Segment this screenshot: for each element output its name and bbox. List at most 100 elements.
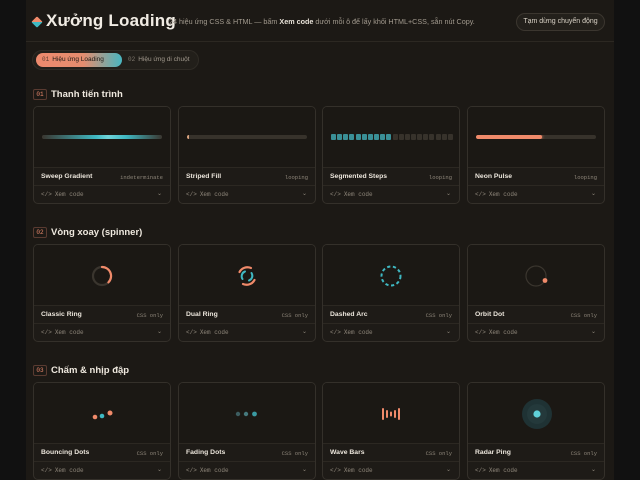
progress-segment	[417, 134, 423, 140]
card-meta: Sweep Gradient indeterminate	[34, 168, 170, 186]
view-code-toggle[interactable]: </> Xem code ⌄	[34, 324, 170, 341]
card-meta: Fading Dots CSS only	[179, 444, 315, 462]
card-name: Dual Ring	[186, 311, 218, 318]
sweep-gradient-fill	[42, 135, 162, 139]
view-code-toggle[interactable]: </> Xem code ⌄	[179, 324, 315, 341]
card-name: Bouncing Dots	[41, 449, 90, 456]
view-code-text: Xem code	[343, 191, 373, 198]
view-code-toggle[interactable]: </> Xem code ⌄	[468, 462, 604, 479]
code-brackets-icon: </>	[41, 191, 52, 198]
loader-preview	[468, 245, 604, 306]
view-code-text: Xem code	[343, 329, 373, 336]
card-tag: CSS only	[136, 450, 163, 457]
orbit-path	[525, 265, 547, 287]
section-heading: 01 Thanh tiến trình	[33, 86, 123, 101]
progress-segment	[343, 134, 349, 140]
spinner-graphic	[235, 411, 257, 417]
view-code-toggle[interactable]: </> Xem code ⌄	[34, 462, 170, 479]
view-code-label: </> Xem code	[41, 467, 84, 474]
view-code-label: </> Xem code	[186, 191, 229, 198]
loader-card-classic-ring: Classic Ring CSS only </> Xem code ⌄	[33, 244, 171, 342]
progress-track	[42, 135, 162, 139]
view-code-toggle[interactable]: </> Xem code ⌄	[323, 324, 459, 341]
progress-segment	[367, 134, 373, 140]
subtitle-text-start: 24 hiệu ứng CSS & HTML — bấm	[169, 17, 280, 26]
section-number: 02	[33, 227, 47, 239]
spinner-graphic	[238, 266, 256, 286]
code-brackets-icon: </>	[41, 329, 52, 336]
section-heading: 02 Vòng xoay (spinner)	[33, 224, 142, 239]
tab-loading-effects[interactable]: 01 Hiệu ứng Loading	[36, 53, 122, 67]
card-meta: Wave Bars CSS only	[323, 444, 459, 462]
section-title: Chấm & nhịp đập	[51, 365, 130, 377]
spinner-graphic	[522, 399, 552, 429]
striped-progress-fill	[187, 135, 190, 139]
loader-preview	[179, 107, 315, 168]
view-code-toggle[interactable]: </> Xem code ⌄	[179, 462, 315, 479]
view-code-toggle[interactable]: </> Xem code ⌄	[323, 462, 459, 479]
card-meta: Dual Ring CSS only	[179, 306, 315, 324]
view-code-toggle[interactable]: </> Xem code ⌄	[468, 324, 604, 341]
chevron-down-icon: ⌄	[445, 467, 451, 473]
code-brackets-icon: </>	[475, 467, 486, 474]
loader-card-segments: Segmented Steps looping </> Xem code ⌄	[322, 106, 460, 204]
card-name: Striped Fill	[186, 173, 222, 180]
chevron-down-icon: ⌄	[445, 329, 451, 335]
fade-dot-3	[252, 411, 257, 417]
loader-preview	[323, 245, 459, 306]
tab-label: Hiệu ứng Loading	[52, 56, 104, 63]
loader-card-dashed-arc: Dashed Arc CSS only </> Xem code ⌄	[322, 244, 460, 342]
section-heading: 03 Chấm & nhịp đập	[33, 362, 130, 377]
view-code-text: Xem code	[488, 329, 518, 336]
spinner-graphic	[382, 408, 400, 420]
pause-animation-button[interactable]: Tạm dừng chuyển động	[516, 13, 605, 31]
view-code-toggle[interactable]: </> Xem code ⌄	[323, 186, 459, 203]
chevron-down-icon: ⌄	[301, 329, 307, 335]
progress-segment	[349, 134, 355, 140]
progress-segment	[386, 134, 392, 140]
section-number: 03	[33, 365, 47, 377]
card-name: Wave Bars	[330, 449, 365, 456]
tab-label: Hiệu ứng di chuột	[138, 56, 190, 63]
progress-segment	[441, 134, 447, 140]
card-name: Segmented Steps	[330, 173, 388, 180]
view-code-label: </> Xem code	[330, 467, 373, 474]
card-tag: CSS only	[136, 312, 163, 319]
view-code-toggle[interactable]: </> Xem code ⌄	[179, 186, 315, 203]
page: Xưởng Loading 24 hiệu ứng CSS & HTML — b…	[26, 0, 614, 480]
card-tag: CSS only	[281, 312, 308, 319]
card-name: Fading Dots	[186, 449, 226, 456]
view-code-label: </> Xem code	[186, 467, 229, 474]
progress-segment	[337, 134, 343, 140]
code-brackets-icon: </>	[330, 191, 341, 198]
ring-arc	[100, 265, 113, 284]
progress-track	[187, 135, 307, 139]
app-header: Xưởng Loading 24 hiệu ứng CSS & HTML — b…	[26, 0, 614, 42]
neon-progress-fill	[476, 135, 542, 139]
bounce-dot-3	[107, 410, 113, 416]
chevron-down-icon: ⌄	[590, 329, 596, 335]
loader-preview	[179, 383, 315, 444]
card-meta: Orbit Dot CSS only	[468, 306, 604, 324]
loader-card-neon: Neon Pulse looping </> Xem code ⌄	[467, 106, 605, 204]
progress-segment	[374, 134, 380, 140]
loader-preview	[468, 383, 604, 444]
loader-card-sweep: Sweep Gradient indeterminate </> Xem code ⌄	[33, 106, 171, 204]
code-brackets-icon: </>	[330, 467, 341, 474]
card-name: Sweep Gradient	[41, 173, 93, 180]
tab-hover-effects[interactable]: 02 Hiệu ứng di chuột	[124, 53, 196, 67]
code-brackets-icon: </>	[186, 467, 197, 474]
progress-segment	[361, 134, 367, 140]
card-meta: Striped Fill looping	[179, 168, 315, 186]
progress-segment	[355, 134, 361, 140]
wave-bar	[386, 410, 388, 418]
loader-card-orbit-dot: Orbit Dot CSS only </> Xem code ⌄	[467, 244, 605, 342]
view-code-toggle[interactable]: </> Xem code ⌄	[468, 186, 604, 203]
progress-segment	[404, 134, 410, 140]
view-code-text: Xem code	[54, 467, 84, 474]
wave-bar	[382, 408, 384, 420]
fade-dot-1	[235, 411, 241, 417]
chevron-down-icon: ⌄	[156, 191, 162, 197]
view-code-toggle[interactable]: </> Xem code ⌄	[34, 186, 170, 203]
view-code-text: Xem code	[488, 191, 518, 198]
